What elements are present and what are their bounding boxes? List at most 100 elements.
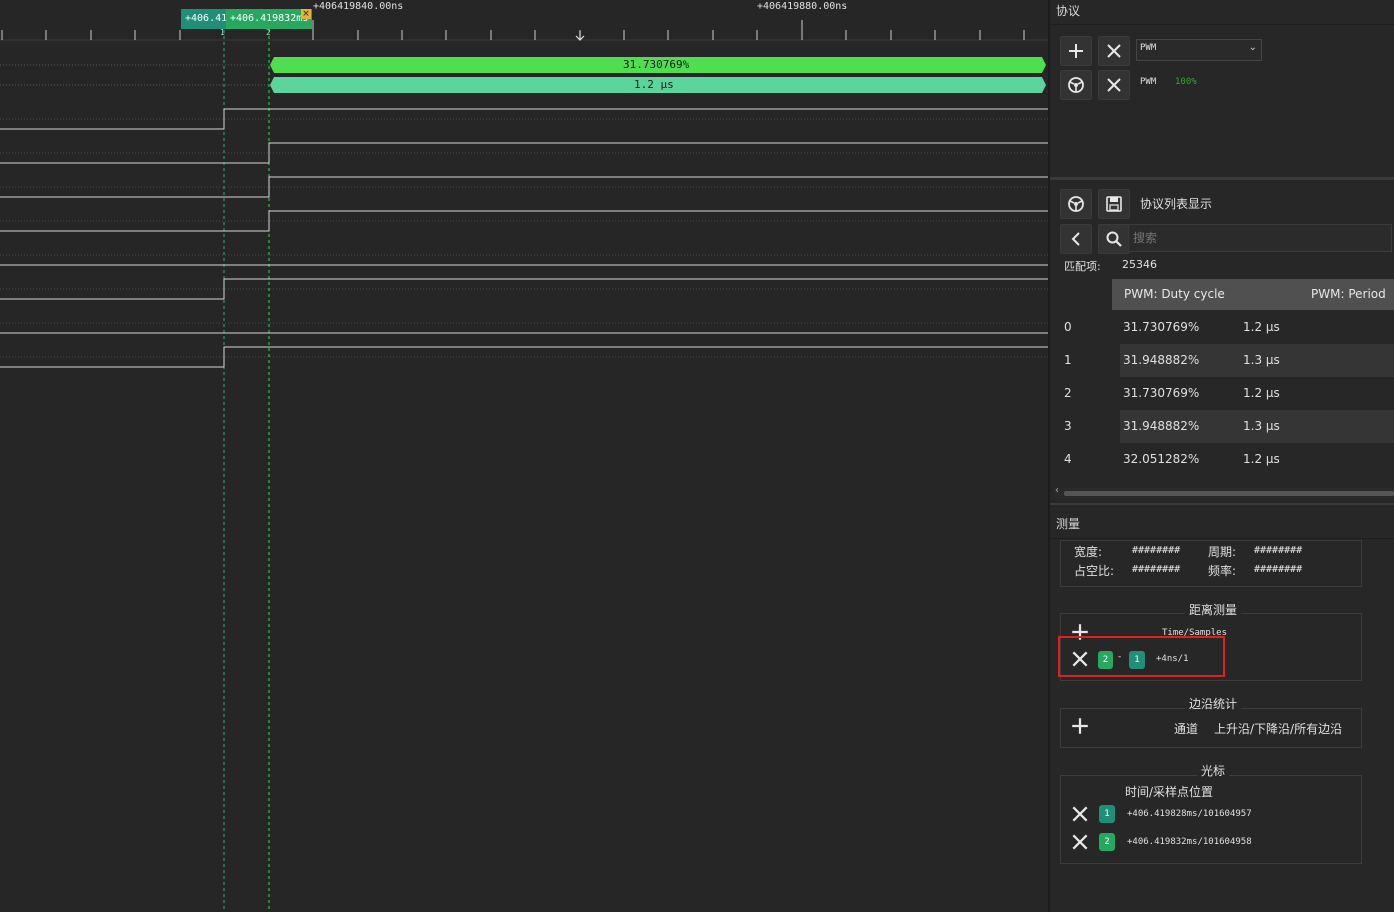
row-period: 1.2 μs	[1243, 386, 1280, 400]
search-input[interactable]	[1128, 224, 1392, 252]
close-icon	[1072, 651, 1088, 667]
minus-sign: -	[1118, 652, 1122, 662]
edge-channel-label: 通道	[1174, 722, 1199, 736]
distance-result: +4ns/1	[1156, 654, 1189, 664]
steering-wheel-icon	[1068, 77, 1084, 93]
cursor-1-badge: 1	[1099, 805, 1115, 823]
back-button[interactable]	[1060, 224, 1092, 254]
section-splitter[interactable]	[1050, 503, 1394, 505]
protocol-settings-button[interactable]	[1060, 70, 1092, 100]
period-label: 周期:	[1208, 545, 1237, 559]
ruler-label-2: +406419880.00ns	[757, 1, 848, 12]
save-icon	[1106, 196, 1122, 212]
decoder-progress: 100%	[1175, 77, 1197, 87]
edge-title: 边沿统计	[1185, 695, 1242, 712]
table-row[interactable]: 1 31.948882% 1.3 μs	[1058, 344, 1394, 377]
close-icon	[1072, 834, 1088, 850]
frequency-value: ########	[1254, 564, 1303, 575]
distance-title: 距离测量	[1185, 601, 1242, 618]
table-header: PWM: Duty cycle PWM: Period	[1112, 279, 1394, 310]
cursor-2-value[interactable]: +406.419832ms/101604958	[1127, 837, 1252, 847]
waveform-view[interactable]: +406419840.00ns +406419880.00ns +406.41 …	[0, 0, 1050, 912]
row-period: 1.3 μs	[1243, 353, 1280, 367]
row-index: 1	[1064, 353, 1072, 367]
protocol-section-title: 协议	[1056, 4, 1081, 18]
column-header-period[interactable]: PWM: Period	[1311, 287, 1386, 301]
protocol-list-title: 协议列表显示	[1140, 197, 1213, 211]
remove-decoder-button[interactable]	[1098, 70, 1130, 100]
row-index: 3	[1064, 419, 1072, 433]
table-row[interactable]: 4 32.051282% 1.2 μs	[1058, 443, 1394, 476]
close-icon	[1107, 78, 1121, 92]
frequency-label: 频率:	[1208, 564, 1237, 578]
protocol-select[interactable]: PWM ⌄	[1136, 39, 1262, 61]
remove-cursor-1-button[interactable]	[1070, 804, 1090, 824]
remove-distance-button[interactable]	[1070, 649, 1090, 669]
duty-cycle-bar-label: 31.730769%	[623, 58, 690, 71]
duty-value: ########	[1132, 564, 1181, 575]
channel-traces	[0, 108, 1048, 368]
distance-from-badge: 2	[1098, 651, 1113, 669]
plus-icon	[1072, 718, 1088, 734]
remove-cursor-2-button[interactable]	[1070, 832, 1090, 852]
cursor-2-marker: 2	[266, 28, 271, 37]
remove-protocol-button[interactable]	[1098, 36, 1130, 66]
match-label: 匹配项:	[1064, 260, 1101, 273]
add-edge-button[interactable]	[1070, 716, 1092, 738]
period-value: ########	[1254, 545, 1303, 556]
row-period: 1.3 μs	[1243, 419, 1280, 433]
cursor-header: 时间/采样点位置	[1125, 785, 1214, 799]
period-bar-label: 1.2 μs	[634, 78, 674, 91]
divider	[1050, 538, 1394, 539]
steering-wheel-icon	[1068, 196, 1084, 212]
row-duty: 31.730769%	[1123, 320, 1200, 334]
close-icon	[1072, 806, 1088, 822]
duty-label: 占空比:	[1074, 564, 1115, 578]
measure-section-title: 测量	[1056, 517, 1081, 531]
row-period: 1.2 μs	[1243, 452, 1280, 466]
row-index: 0	[1064, 320, 1072, 334]
section-splitter[interactable]	[1050, 177, 1394, 180]
table-row[interactable]: 2 31.730769% 1.2 μs	[1058, 377, 1394, 410]
decoder-name: PWM	[1140, 77, 1157, 87]
plus-icon	[1069, 44, 1083, 58]
column-header-duty[interactable]: PWM: Duty cycle	[1124, 287, 1225, 301]
ruler-label-1: +406419840.00ns	[313, 1, 404, 12]
ruler-ticks	[1, 20, 1025, 40]
search-button[interactable]	[1098, 224, 1130, 254]
chevron-left-icon[interactable]: ‹	[1055, 485, 1059, 496]
save-list-button[interactable]	[1098, 189, 1130, 219]
row-index: 2	[1064, 386, 1072, 400]
divider	[1050, 24, 1394, 25]
chevron-down-icon: ⌄	[1248, 42, 1257, 53]
table-row[interactable]: 0 31.730769% 1.2 μs	[1058, 311, 1394, 344]
scrollbar-thumb[interactable]	[1064, 491, 1394, 496]
waveform-canvas[interactable]	[0, 0, 1050, 912]
close-icon[interactable]: ×	[301, 9, 311, 19]
distance-to-badge: 1	[1129, 651, 1145, 669]
list-settings-button[interactable]	[1060, 189, 1092, 219]
row-duty: 31.730769%	[1123, 386, 1200, 400]
row-duty: 31.948882%	[1123, 419, 1200, 433]
cursor-1-marker: 1	[220, 28, 225, 37]
cursor-2-badge: 2	[1099, 833, 1115, 851]
width-label: 宽度:	[1074, 545, 1103, 559]
edge-types-label: 上升沿/下降沿/所有边沿	[1214, 722, 1343, 736]
chevron-left-icon	[1071, 232, 1080, 246]
channel-dotted-baselines	[0, 118, 1048, 358]
protocol-select-value: PWM	[1140, 43, 1157, 53]
row-duty: 32.051282%	[1123, 452, 1200, 466]
close-icon	[1107, 44, 1121, 58]
row-index: 4	[1064, 452, 1072, 466]
cursor-2-flag-label: +406.419832ms	[230, 13, 309, 24]
trigger-arrow-icon	[575, 31, 585, 41]
cursor-1-value[interactable]: +406.419828ms/101604957	[1127, 809, 1252, 819]
cursor-1-flag-label: +406.41	[185, 13, 228, 24]
add-protocol-button[interactable]	[1060, 36, 1092, 66]
match-count: 25346	[1122, 258, 1157, 271]
cursor-title: 光标	[1197, 762, 1230, 779]
horizontal-scrollbar[interactable]: ‹	[1054, 485, 1394, 498]
search-icon	[1106, 231, 1122, 247]
width-value: ########	[1132, 545, 1181, 556]
table-row[interactable]: 3 31.948882% 1.3 μs	[1058, 410, 1394, 443]
